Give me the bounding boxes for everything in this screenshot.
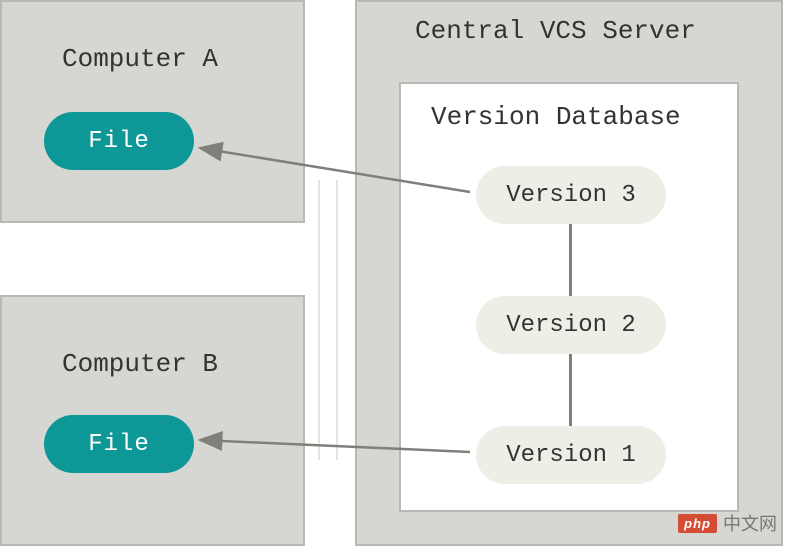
computer-b-file-label: File	[88, 431, 150, 458]
computer-a-panel: Computer A File	[0, 0, 305, 223]
watermark-text: 中文网	[723, 510, 777, 536]
version-2-label: Version 2	[506, 312, 636, 339]
server-title: Central VCS Server	[415, 16, 696, 46]
version-database-title: Version Database	[431, 102, 681, 132]
watermark-logo: php	[678, 514, 717, 533]
background-strip	[318, 180, 338, 460]
version-1-node: Version 1	[476, 426, 666, 484]
version-2-node: Version 2	[476, 296, 666, 354]
computer-a-file: File	[44, 112, 194, 170]
version-database-box: Version Database Version 3 Version 2 Ver…	[399, 82, 739, 512]
version-3-label: Version 3	[506, 182, 636, 209]
computer-b-file: File	[44, 415, 194, 473]
server-panel: Central VCS Server Version Database Vers…	[355, 0, 783, 546]
connector-v3-v2	[569, 224, 572, 296]
computer-b-panel: Computer B File	[0, 295, 305, 546]
watermark: php 中文网	[678, 510, 777, 536]
connector-v2-v1	[569, 354, 572, 426]
computer-b-title: Computer B	[62, 349, 218, 379]
computer-a-file-label: File	[88, 128, 150, 155]
computer-a-title: Computer A	[62, 44, 218, 74]
version-1-label: Version 1	[506, 442, 636, 469]
version-3-node: Version 3	[476, 166, 666, 224]
